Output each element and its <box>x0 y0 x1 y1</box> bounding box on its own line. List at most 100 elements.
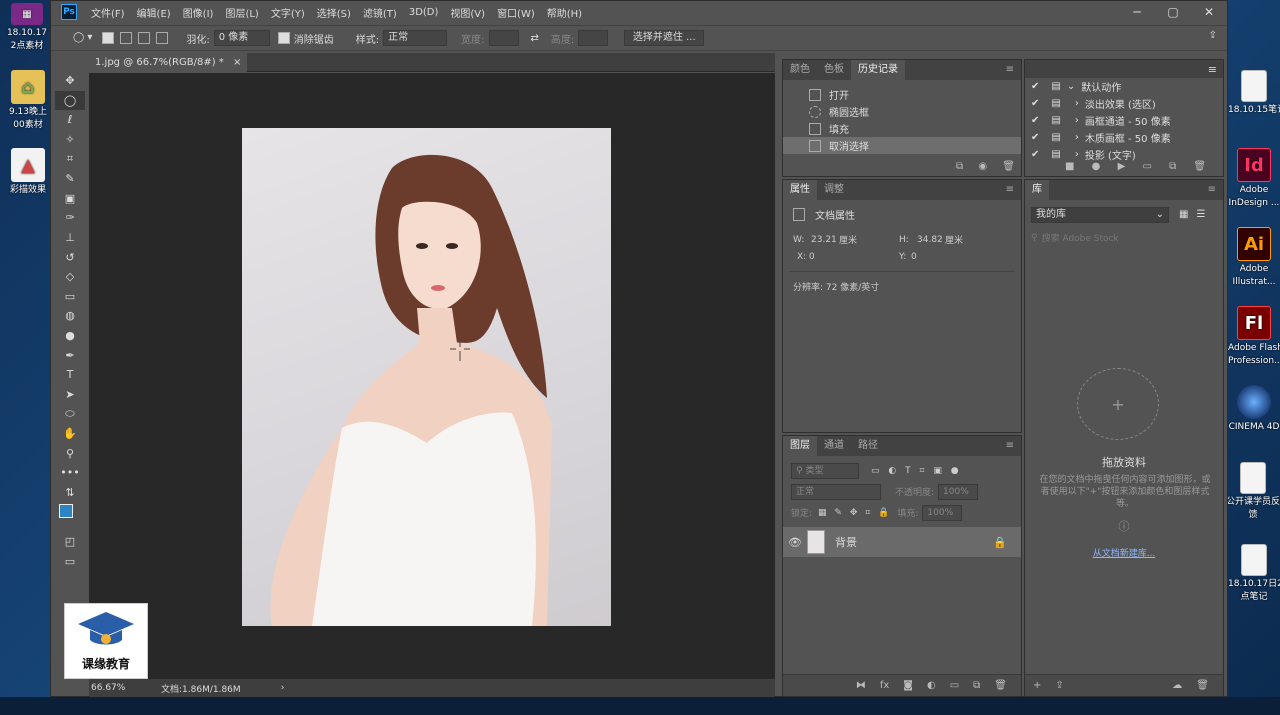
lock-icons[interactable]: ▦ ✎ ✥ ⌗ 🔒 <box>818 508 889 518</box>
ellipse-marquee-icon[interactable]: ◯ ▾ <box>69 30 96 46</box>
share-icon[interactable]: ⇪ <box>1209 30 1217 41</box>
layer-row[interactable]: 👁 背景 🔒 <box>783 527 1021 557</box>
opacity-input[interactable]: 100% <box>938 483 979 500</box>
history-item[interactable]: 填充 <box>783 120 1021 137</box>
menu-3d[interactable]: 3D(D) <box>409 7 439 18</box>
width-input[interactable] <box>488 30 519 46</box>
create-library-link[interactable]: 从文档新建库... <box>1025 546 1223 559</box>
library-search[interactable]: ⚲ 搜索 Adobe Stock <box>1031 229 1217 246</box>
tab-history[interactable]: 历史记录 <box>851 60 905 80</box>
menu-layer[interactable]: 图层(L) <box>225 5 258 20</box>
intersect-selection-icon[interactable] <box>156 32 169 44</box>
more-tools-icon[interactable]: ••• <box>55 463 85 483</box>
group-icon[interactable]: ▭ <box>950 680 959 691</box>
style-select[interactable]: 正常 <box>383 30 448 46</box>
tab-layers[interactable]: 图层 <box>783 436 817 456</box>
history-item[interactable]: 椭圆选框 <box>783 103 1021 120</box>
drop-zone-circle[interactable]: + <box>1077 368 1159 440</box>
panel-menu-icon[interactable]: ≡ <box>999 436 1021 456</box>
menu-image[interactable]: 图像(I) <box>183 5 214 20</box>
foreground-color-swatch[interactable] <box>59 504 73 519</box>
photo-canvas[interactable] <box>242 128 611 626</box>
dodge-tool-icon[interactable]: ● <box>55 326 85 346</box>
y-value[interactable]: 0 <box>911 252 917 262</box>
panel-menu-icon[interactable]: ≡ <box>1201 180 1223 200</box>
maximize-icon[interactable]: ▢ <box>1155 5 1191 19</box>
desktop-icon-illustrator[interactable]: Ai Adobe Illustrat... <box>1228 227 1280 289</box>
eyedropper-tool-icon[interactable]: ✎ <box>55 169 85 189</box>
new-selection-icon[interactable] <box>102 32 115 44</box>
tab-swatches[interactable]: 色板 <box>817 60 851 80</box>
zoom-tool-icon[interactable]: ⚲ <box>55 443 85 463</box>
canvas-area[interactable] <box>89 73 775 679</box>
grid-view-icon[interactable]: ▦ <box>1179 209 1188 220</box>
tab-properties[interactable]: 属性 <box>783 180 817 200</box>
trash-icon[interactable]: 🗑 <box>1193 161 1206 172</box>
hand-tool-icon[interactable]: ✋ <box>55 424 85 444</box>
height-value[interactable]: 34.82 <box>917 235 945 245</box>
x-value[interactable]: 0 <box>809 252 899 262</box>
adjustment-icon[interactable]: ◐ <box>927 680 936 691</box>
history-item[interactable]: 打开 <box>783 86 1021 103</box>
desktop-icon-cinema4d[interactable]: CINEMA 4D <box>1228 385 1280 434</box>
tab-channels[interactable]: 通道 <box>817 436 851 456</box>
add-selection-icon[interactable] <box>120 32 133 44</box>
healing-brush-tool-icon[interactable]: ▣ <box>55 189 85 209</box>
menu-filter[interactable]: 滤镜(T) <box>363 5 397 20</box>
menu-help[interactable]: 帮助(H) <box>547 5 582 20</box>
minimize-icon[interactable]: ─ <box>1119 5 1155 19</box>
stamp-tool-icon[interactable]: ⊥ <box>55 228 85 248</box>
link-icon[interactable]: ⧓ <box>856 680 866 691</box>
panel-menu-icon[interactable]: ≡ <box>999 60 1021 80</box>
tab-library[interactable]: 库 <box>1025 180 1049 200</box>
ellipse-marquee-tool-icon[interactable]: ◯ <box>55 90 85 111</box>
history-item-selected[interactable]: 取消选择 <box>783 137 1021 154</box>
panel-menu-icon[interactable]: ≡ <box>999 180 1021 200</box>
pen-tool-icon[interactable]: ✒ <box>55 345 85 365</box>
eraser-tool-icon[interactable]: ◇ <box>55 267 85 287</box>
select-and-mask-button[interactable]: 选择并遮住 ... <box>624 30 705 46</box>
height-input[interactable] <box>578 30 609 46</box>
layer-name[interactable]: 背景 <box>835 534 993 550</box>
swap-icon[interactable]: ⇄ <box>531 33 539 44</box>
close-tab-icon[interactable]: × <box>233 57 241 68</box>
new-set-icon[interactable]: ▭ <box>1142 161 1151 172</box>
new-layer-icon[interactable]: ⧉ <box>973 680 980 691</box>
menu-edit[interactable]: 编辑(E) <box>137 5 171 20</box>
menu-window[interactable]: 窗口(W) <box>497 5 535 20</box>
antialias-checkbox[interactable] <box>277 32 290 44</box>
desktop-icon-archive[interactable]: ▦ 18.10.17 2点素材 <box>2 3 52 53</box>
action-item[interactable]: ✔ ▤ › 画框通道 - 50 像素 <box>1025 112 1223 129</box>
cloud-sync-icon[interactable]: ☁ <box>1172 680 1182 691</box>
history-brush-tool-icon[interactable]: ↺ <box>55 247 85 267</box>
menu-view[interactable]: 视图(V) <box>450 5 485 20</box>
layer-kind-select[interactable]: ⚲ 类型 <box>791 462 859 479</box>
menu-type[interactable]: 文字(Y) <box>271 5 305 20</box>
fx-icon[interactable]: fx <box>880 680 889 691</box>
desktop-icon-indesign[interactable]: Id Adobe InDesign ... <box>1228 148 1280 210</box>
crop-tool-icon[interactable]: ⌗ <box>55 149 85 169</box>
new-document-from-state-icon[interactable]: ⧉ <box>956 161 963 172</box>
status-menu-icon[interactable]: › <box>281 683 285 693</box>
type-tool-icon[interactable]: T <box>55 365 85 385</box>
library-select[interactable]: 我的库 ⌄ <box>1031 206 1169 223</box>
tab-adjustments[interactable]: 调整 <box>817 180 851 200</box>
desktop-icon-notes-1[interactable]: 18.10.15笔记 <box>1228 70 1280 117</box>
magic-wand-tool-icon[interactable]: ✧ <box>55 130 85 150</box>
action-item[interactable]: ✔ ▤ › 淡出效果 (选区) <box>1025 95 1223 112</box>
filter-icons[interactable]: ▭ ◐ T ⌗ ▣ ● <box>871 466 959 476</box>
desktop-icon-flash[interactable]: Fl Adobe Flash Profession... <box>1228 306 1280 368</box>
stop-icon[interactable]: ■ <box>1065 161 1074 172</box>
subtract-selection-icon[interactable] <box>138 32 151 44</box>
width-value[interactable]: 23.21 <box>811 235 839 245</box>
trash-icon[interactable]: 🗑 <box>1002 161 1015 172</box>
gradient-tool-icon[interactable]: ▭ <box>55 287 85 307</box>
tab-paths[interactable]: 路径 <box>851 436 885 456</box>
screen-mode-icon[interactable]: ▭ <box>55 552 85 572</box>
zoom-level[interactable]: 66.67% <box>91 683 161 693</box>
feather-input[interactable]: 0 像素 <box>213 30 270 46</box>
desktop-icon-folder[interactable]: ⌂ 9.13晚上 00素材 <box>2 70 54 132</box>
menu-file[interactable]: 文件(F) <box>91 5 125 20</box>
desktop-icon-notes-2[interactable]: 18.10.17日2 点笔记 <box>1228 544 1280 604</box>
add-icon[interactable]: + <box>1033 680 1041 691</box>
